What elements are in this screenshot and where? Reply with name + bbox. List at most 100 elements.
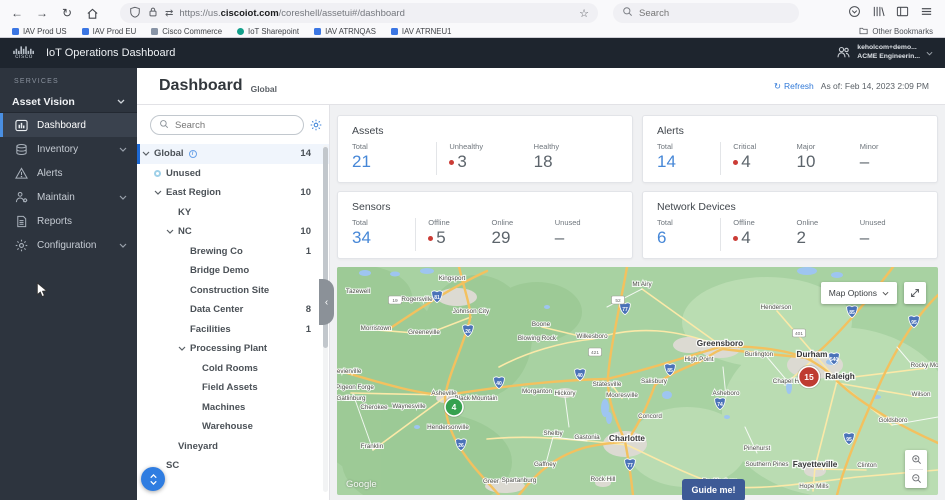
sidebar-toggle-icon[interactable] [896,5,909,21]
tree-node-sc[interactable]: SC [137,456,329,476]
tree-node-vineyard[interactable]: Vineyard [137,437,329,457]
metric-divider [415,218,417,251]
sidebar-item-dashboard[interactable]: Dashboard [0,113,137,137]
tree-node-unused[interactable]: Unused [137,164,329,184]
menu-icon[interactable] [920,5,933,21]
sidebar-item-inventory[interactable]: Inventory [0,137,137,161]
tree-node-label: Brewing Co [190,245,243,257]
browser-search-input[interactable] [639,7,759,19]
info-icon[interactable]: i [188,149,197,158]
sidebar-item-configuration[interactable]: Configuration [0,233,137,257]
bookmark-iav-atrnqas[interactable]: IAV ATRNQAS [314,27,376,36]
map-city-label: Mt Airy [632,281,652,288]
map-city-label: Greer [483,478,499,485]
tree-node-brewing-co[interactable]: Brewing Co 1 [137,242,329,262]
bookmark-iav-prod-eu[interactable]: IAV Prod EU [81,27,137,36]
tree-node-ky[interactable]: KY [137,203,329,223]
tree-node-global[interactable]: Global i 14 [137,144,329,164]
bookmark-label: IAV Prod US [23,27,67,36]
map-fullscreen-button[interactable] [904,282,926,304]
zoom-out-button[interactable] [911,470,922,488]
tree-search[interactable] [150,115,304,135]
metric-unused: Unused – [860,218,923,248]
metric-minor: Minor – [860,142,923,172]
pocket-icon[interactable] [848,5,861,21]
service-selector[interactable]: Asset Vision [0,91,137,113]
map-city-label: Franklin [361,443,384,450]
tree-node-nc[interactable]: NC 10 [137,222,329,242]
gear-icon[interactable] [310,119,322,131]
shield-icon[interactable] [129,6,141,21]
refresh-button[interactable]: ↻ Refresh [774,81,814,92]
sidebar-item-reports[interactable]: Reports [0,209,137,233]
map-city-label: Henderson [761,304,792,311]
bookmark-iot-sharepoint[interactable]: IoT Sharepoint [237,27,299,36]
sidebar-item-alerts[interactable]: Alerts [0,161,137,185]
home-icon[interactable] [83,5,101,21]
metric-label: Major [796,142,816,151]
url-text[interactable]: https://us.ciscoiot.com/coreshell/assetu… [179,8,573,19]
sidebar-item-label: Configuration [37,239,97,251]
metric-value: 18 [533,152,553,171]
map-cluster-15[interactable]: 15 [797,365,821,389]
inventory-icon [14,142,28,156]
collapse-panel-handle[interactable]: ‹ [319,279,334,325]
bookmark-iav-prod-us[interactable]: IAV Prod US [12,27,67,36]
other-bookmarks[interactable]: Other Bookmarks [859,26,933,37]
route-shield-19: 19 [388,295,402,305]
shield-number: 401 [795,331,803,337]
tree-node-construction-site[interactable]: Construction Site [137,281,329,301]
browser-search[interactable] [613,3,799,23]
lock-icon[interactable] [147,6,159,21]
metric-divider [720,142,722,175]
zoom-in-button[interactable] [911,451,922,469]
map-city-label: Wilson [912,391,931,398]
bookmark-iav-atrneu1[interactable]: IAV ATRNEU1 [390,27,451,36]
tree-node-machines[interactable]: Machines [137,398,329,418]
sidebar-item-maintain[interactable]: Maintain [0,185,137,209]
back-icon[interactable]: ← [8,5,26,21]
services-label: SERVICES [14,78,59,85]
status-dot [428,235,434,241]
expand-collapse-all-button[interactable] [141,467,165,491]
reload-icon[interactable]: ↻ [58,5,76,21]
tree-node-data-center[interactable]: Data Center 8 [137,300,329,320]
bookmark-cisco-commerce[interactable]: Cisco Commerce [151,27,222,36]
tree-node-label: Cold Rooms [202,362,258,374]
map-city-label: Spartanburg [502,477,537,484]
bookmark-label: IAV Prod EU [92,27,137,36]
permissions-icon[interactable]: ⇄ [165,8,173,19]
guide-me-button[interactable]: Guide me! [682,479,745,500]
tree-node-count: 14 [300,148,311,160]
tree-node-field-assets[interactable]: Field Assets [137,378,329,398]
tree-node-facilities[interactable]: Facilities 1 [137,320,329,340]
chevron-down-icon [119,147,127,152]
bookmark-star-icon[interactable]: ☆ [579,7,589,20]
metric-online: Online 2 [797,218,860,248]
map-options-button[interactable]: Map Options [820,282,897,304]
chevron-down-icon [154,190,166,196]
tree-node-label: East Region [166,187,221,199]
library-icon[interactable] [872,5,885,21]
tree-search-input[interactable] [175,119,285,131]
tree-node-warehouse[interactable]: Warehouse [137,417,329,437]
metric-label: Offline [428,218,450,227]
tree-node-east-region[interactable]: East Region 10 [137,183,329,203]
account-menu[interactable]: keholcom+demo... ACME Engineerin... [836,44,933,62]
tree-node-cold-rooms[interactable]: Cold Rooms [137,359,329,379]
card-title: Alerts [657,125,684,137]
metric-label: Minor [859,142,879,151]
map-city-label: Boone [532,321,551,328]
map-city-label: Goldsboro [878,417,908,424]
map-city-label: Hickory [555,390,577,397]
map-cluster-4[interactable]: 4 [443,396,465,418]
tree-node-bridge-demo[interactable]: Bridge Demo [137,261,329,281]
map-city-label: Gatlinburg [337,395,366,402]
url-bar[interactable]: ⇄ https://us.ciscoiot.com/coreshell/asse… [120,3,598,23]
metric-label: Unused [859,218,886,227]
forward-icon[interactable]: → [33,5,51,21]
map-city-label: Shelby [543,430,563,437]
sidebar-item-label: Dashboard [37,119,86,131]
tree-node-processing-plant[interactable]: Processing Plant [137,339,329,359]
map-city-label: Gastonia [574,434,600,441]
